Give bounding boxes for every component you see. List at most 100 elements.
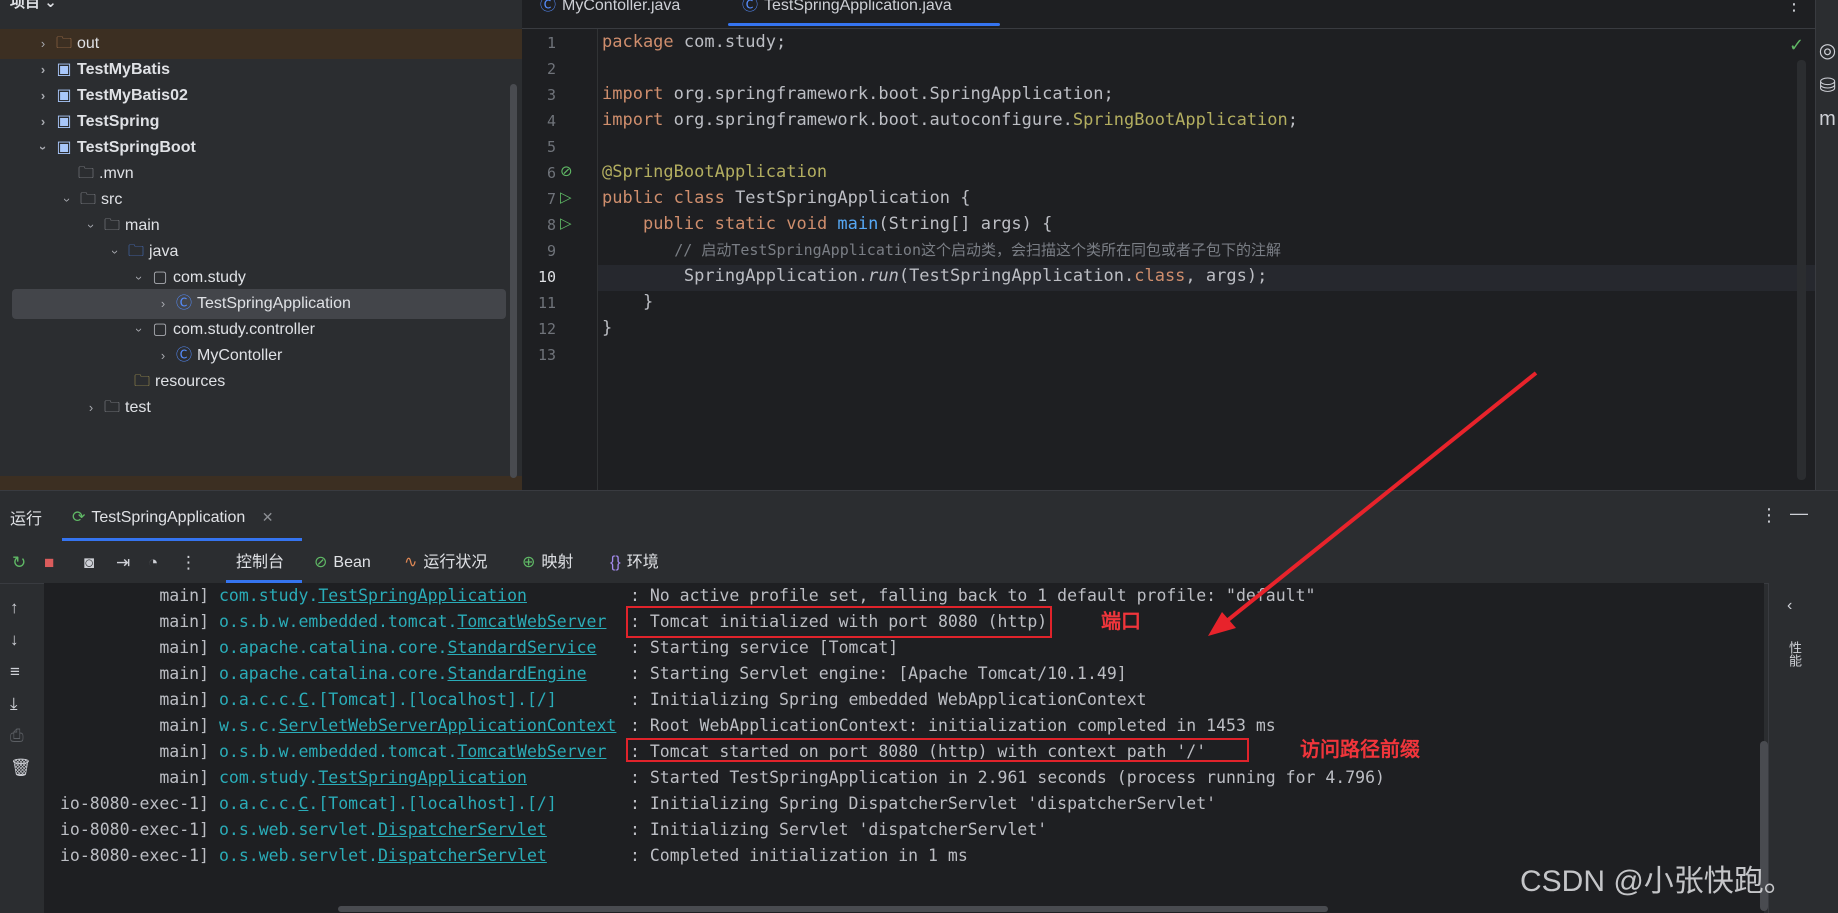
more-tabs-icon[interactable]: ⋮ [1785, 0, 1803, 15]
run-title: 运行 [10, 511, 43, 528]
log-line: io-8080-exec-1] o.a.c.c.C.[Tomcat].[local… [44, 791, 1764, 817]
screenshot-icon[interactable]: ◙ [84, 553, 94, 573]
editor-tabs: Ⓒ MyContoller.java Ⓒ TestSpringApplication… [522, 0, 1815, 29]
logger-package: com.study. [219, 768, 319, 787]
run-config-tab[interactable]: ⟳ TestSpringApplication ✕ [72, 499, 273, 535]
log-thread: main] [159, 586, 209, 605]
logger-class[interactable]: TomcatWebServer [457, 612, 606, 631]
arrow-down-icon[interactable]: ↓ [10, 630, 19, 650]
logger-package: o.apache.catalina.core. [219, 664, 448, 683]
log-logger[interactable]: o.apache.catalina.core.StandardEngine [219, 661, 587, 687]
logger-class[interactable]: C [298, 794, 308, 813]
more-icon[interactable]: ⋮ [180, 553, 197, 573]
check-icon[interactable]: ✓ [1789, 35, 1804, 56]
logger-class[interactable]: DispatcherServlet [378, 820, 547, 839]
logger-class[interactable]: C [298, 690, 308, 709]
tab-bean[interactable]: ⊘ Bean [314, 543, 371, 583]
project-scrollbar[interactable] [510, 84, 517, 478]
log-logger[interactable]: o.s.b.w.embedded.tomcat.TomcatWebServer [219, 739, 606, 765]
log-message: : Initializing Servlet 'dispatcherServle… [630, 820, 1048, 839]
tree-item-label: com.study [173, 269, 246, 287]
chevron-down-icon[interactable]: › [100, 241, 130, 263]
log-logger[interactable]: com.study.TestSpringApplication [219, 583, 527, 609]
tab-console[interactable]: 控制台 [236, 543, 284, 583]
logger-class[interactable]: TomcatWebServer [457, 742, 606, 761]
log-logger[interactable]: o.a.c.c.C.[Tomcat].[localhost].[/] [219, 687, 557, 713]
arrow-up-icon[interactable]: ↑ [10, 598, 19, 618]
chevron-down-icon[interactable]: › [124, 319, 154, 341]
chevron-down-icon[interactable]: › [76, 215, 106, 237]
code-token: import [602, 110, 664, 130]
log-logger[interactable]: com.study.TestSpringApplication [219, 765, 527, 791]
code-token: (TestSpringApplication. [898, 266, 1135, 286]
logger-class[interactable]: DispatcherServlet [378, 846, 547, 865]
editor-scrollbar[interactable] [1797, 60, 1806, 480]
close-icon[interactable]: ✕ [262, 509, 274, 525]
gauge-icon[interactable]: ◔ [148, 553, 158, 573]
code-token: class [1134, 266, 1186, 286]
log-thread: main] [159, 612, 209, 631]
scroll-to-end-icon[interactable]: ⤓ [10, 694, 18, 714]
line-number: 6 [546, 164, 556, 182]
log-line: main] o.apache.catalina.core.StandardEngi… [44, 661, 1764, 687]
tree-item-test[interactable]: › 🗀 test [0, 393, 151, 423]
log-logger[interactable]: o.s.web.servlet.DispatcherServlet [219, 817, 547, 843]
code-editor[interactable]: package com.study; import org.springfram… [598, 29, 1798, 490]
rerun-icon[interactable]: ↻ [12, 553, 26, 573]
console-output[interactable]: main] com.study.TestSpringApplication: No… [44, 583, 1764, 913]
run-gutter-icon[interactable]: ▷ [560, 188, 572, 206]
soft-wrap-icon[interactable]: ≡ [10, 662, 20, 682]
line-number: 5 [546, 138, 556, 156]
project-header[interactable]: 项目 ⌄ [0, 0, 57, 18]
tab-mycontoller[interactable]: Ⓒ MyContoller.java [540, 0, 680, 22]
ai-assistant-icon[interactable]: ◎ [1816, 38, 1838, 63]
log-logger[interactable]: o.apache.catalina.core.StandardService [219, 635, 597, 661]
spring-bean-gutter-icon[interactable]: ⊘ [560, 162, 573, 180]
log-logger[interactable]: w.s.c.ServletWebServerApplicationContext [219, 713, 616, 739]
tab-health[interactable]: ∿ 运行状况 [404, 543, 487, 583]
line-number: 11 [537, 294, 556, 312]
stop-icon[interactable]: ■ [44, 553, 54, 573]
tree-item-label: TestSpring [77, 113, 160, 131]
log-logger[interactable]: o.s.b.w.embedded.tomcat.TomcatWebServer [219, 609, 606, 635]
performance-label[interactable]: 性能 [1785, 641, 1804, 667]
run-gutter-icon[interactable]: ▷ [560, 214, 572, 232]
tree-row-partial [0, 476, 522, 490]
more-options-icon[interactable]: ⋮ [1760, 505, 1778, 526]
tab-testspringapplication[interactable]: Ⓒ TestSpringApplication.java [742, 0, 952, 22]
active-tab-indicator [728, 23, 1000, 26]
line-number: 2 [546, 60, 556, 78]
log-message: : Initializing Spring DispatcherServlet … [630, 794, 1217, 813]
tab-mappings[interactable]: ⊕ 映射 [522, 543, 573, 583]
log-line: main] o.apache.catalina.core.StandardServ… [44, 635, 1764, 661]
run-tab-label: TestSpringApplication [91, 509, 246, 526]
logger-class[interactable]: TestSpringApplication [318, 768, 527, 787]
chevron-down-icon[interactable]: › [28, 137, 58, 159]
console-scrollbar-horizontal[interactable] [338, 906, 1328, 912]
chevron-down-icon[interactable]: › [52, 189, 82, 211]
logger-class[interactable]: TestSpringApplication [318, 586, 527, 605]
logger-suffix: .[Tomcat].[localhost].[/] [308, 794, 557, 813]
logger-class[interactable]: ServletWebServerApplicationContext [279, 716, 617, 735]
log-logger[interactable]: o.s.web.servlet.DispatcherServlet [219, 843, 547, 869]
code-line-9: // 启动TestSpringApplication这个启动类，会扫描这个类所在… [602, 241, 1281, 259]
logger-class[interactable]: StandardEngine [447, 664, 586, 683]
database-icon[interactable]: ⛁ [1816, 73, 1838, 98]
exit-icon[interactable]: ⇥ [116, 553, 130, 573]
code-line-7: public class TestSpringApplication { [602, 185, 970, 211]
log-logger[interactable]: o.a.c.c.C.[Tomcat].[localhost].[/] [219, 791, 557, 817]
line-number: 4 [546, 112, 556, 130]
chevron-left-icon[interactable]: ‹ [1787, 597, 1792, 615]
trash-icon[interactable]: 🗑 [10, 758, 32, 778]
chevron-down-icon[interactable]: › [124, 267, 154, 289]
maven-icon[interactable]: m [1816, 108, 1838, 131]
code-line-12: } [602, 318, 613, 338]
minimize-icon[interactable]: — [1790, 503, 1808, 524]
log-thread: main] [159, 716, 209, 735]
run-tab-indicator [62, 538, 302, 541]
chevron-down-icon[interactable]: ⌄ [44, 0, 57, 11]
logger-class[interactable]: StandardService [447, 638, 596, 657]
logger-package: com.study. [219, 586, 319, 605]
chevron-right-icon[interactable]: › [80, 393, 102, 423]
tab-environment[interactable]: {} 环境 [610, 543, 659, 583]
